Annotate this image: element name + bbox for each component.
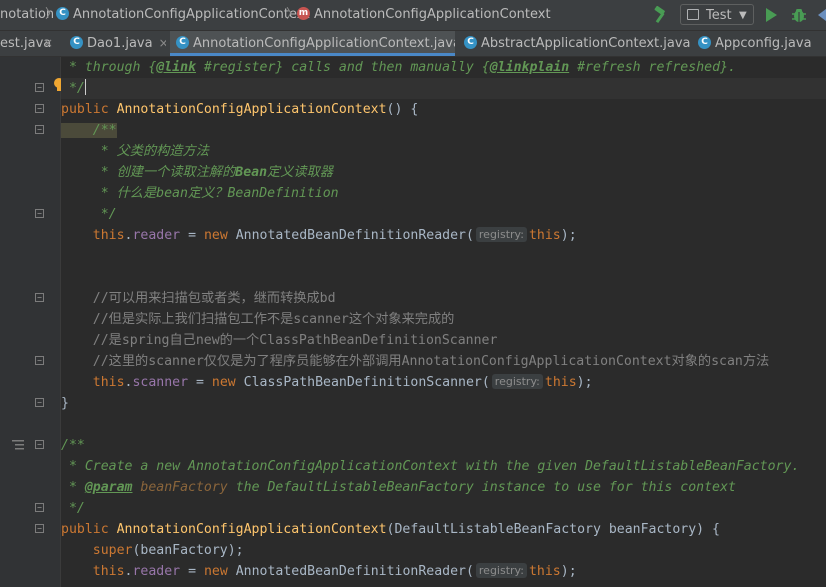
fold-start-icon[interactable]: −	[35, 524, 44, 533]
breadcrumb-method[interactable]: m AnnotationConfigApplicationContext	[297, 0, 551, 30]
code-editor[interactable]: * through {@link #register} calls and th…	[61, 57, 826, 587]
code-line: * 创建一个读取注解的Bean定义读取器	[61, 165, 333, 180]
run-configuration-select[interactable]: Test ▼	[680, 4, 754, 25]
code-line: /**	[61, 438, 85, 453]
code-line: * Create a new AnnotationConfigApplicati…	[61, 459, 800, 474]
fold-end-icon[interactable]: −	[35, 83, 44, 92]
code-line: public AnnotationConfigApplicationContex…	[61, 102, 419, 117]
tab-label: AbstractApplicationContext.java	[481, 36, 690, 51]
class-icon: C	[70, 36, 83, 49]
fold-end-icon[interactable]: −	[35, 209, 44, 218]
code-line: //是spring自己new的一个ClassPathBeanDefinition…	[61, 333, 498, 348]
text-caret	[84, 79, 86, 95]
parameter-hint: registry:	[475, 563, 527, 578]
code-line: this.reader = new AnnotatedBeanDefinitio…	[61, 227, 577, 243]
class-icon: C	[56, 7, 69, 20]
run-play-icon[interactable]	[766, 8, 777, 22]
code-line: super(beanFactory);	[61, 543, 244, 558]
code-line: }	[61, 396, 69, 411]
class-icon: C	[698, 36, 711, 49]
tab-label: AnnotationConfigApplicationContext.java	[193, 36, 455, 51]
code-line: */	[61, 501, 85, 516]
code-line-current: */	[61, 78, 826, 99]
editor-gutter[interactable]	[0, 57, 60, 587]
code-line: this.reader = new AnnotatedBeanDefinitio…	[61, 563, 577, 579]
tab-dao1-java[interactable]: C Dao1.java ×	[64, 31, 166, 56]
fold-start-icon[interactable]: −	[35, 440, 44, 449]
code-line: * @param beanFactory the DefaultListable…	[61, 480, 736, 495]
code-line: public AnnotationConfigApplicationContex…	[61, 522, 720, 537]
tab-appconfig-java[interactable]: C Appconfig.java	[692, 31, 826, 56]
chevron-down-icon: ▼	[739, 10, 747, 21]
code-line: this.scanner = new ClassPathBeanDefiniti…	[61, 374, 593, 390]
fold-start-icon[interactable]: −	[35, 293, 44, 302]
code-line: /**	[61, 123, 117, 138]
code-line: * through {@link #register} calls and th…	[61, 60, 736, 75]
tab-label: Dao1.java	[87, 36, 153, 51]
fold-end-icon[interactable]: −	[35, 503, 44, 512]
code-line: //但是实际上我们扫描包工作不是scanner这个对象来完成的	[61, 312, 455, 327]
breadcrumb-class[interactable]: C AnnotationConfigApplicationContext	[56, 0, 310, 30]
parameter-hint: registry:	[491, 374, 543, 389]
tab-label: Appconfig.java	[715, 36, 812, 51]
code-line: * 父类的构造方法	[61, 144, 209, 159]
fold-start-icon[interactable]: −	[35, 125, 44, 134]
build-hammer-icon[interactable]	[652, 6, 670, 24]
run-config-label: Test	[706, 8, 732, 23]
profile-run-icon[interactable]	[815, 6, 826, 24]
breadcrumb-class-label: AnnotationConfigApplicationContext	[73, 7, 310, 22]
method-icon: m	[297, 7, 310, 20]
fold-end-icon[interactable]: −	[35, 398, 44, 407]
documentation-icon[interactable]	[12, 439, 24, 451]
debug-bug-icon[interactable]	[791, 7, 807, 23]
code-line: //可以用来扫描包或者类，继而转换成bd	[61, 291, 336, 306]
fold-start-icon[interactable]: −	[35, 104, 44, 113]
code-line: //这里的scanner仅仅是为了程序员能够在外部调用AnnotationCon…	[61, 354, 770, 369]
navigation-bar: notation 〉 C AnnotationConfigApplicationC…	[0, 0, 826, 31]
code-line: */	[61, 207, 117, 222]
tab-annotation-config-application-context-java[interactable]: C AnnotationConfigApplicationContext.java…	[170, 31, 455, 56]
breadcrumb-method-label: AnnotationConfigApplicationContext	[314, 7, 551, 22]
close-icon[interactable]: ×	[43, 31, 53, 56]
close-icon[interactable]: ×	[159, 36, 166, 50]
parameter-hint: registry:	[475, 227, 527, 242]
class-icon: C	[464, 36, 477, 49]
fold-end-icon[interactable]: −	[35, 356, 44, 365]
tab-abstract-application-context-java[interactable]: CAbstractApplicationContext.java×	[458, 31, 690, 56]
class-icon: C	[176, 36, 189, 49]
code-line: * 什么是bean定义？BeanDefinition	[61, 186, 339, 201]
editor-tab-bar: est.java × C Dao1.java × C AnnotationConfig…	[0, 31, 826, 57]
run-config-icon	[687, 9, 699, 20]
